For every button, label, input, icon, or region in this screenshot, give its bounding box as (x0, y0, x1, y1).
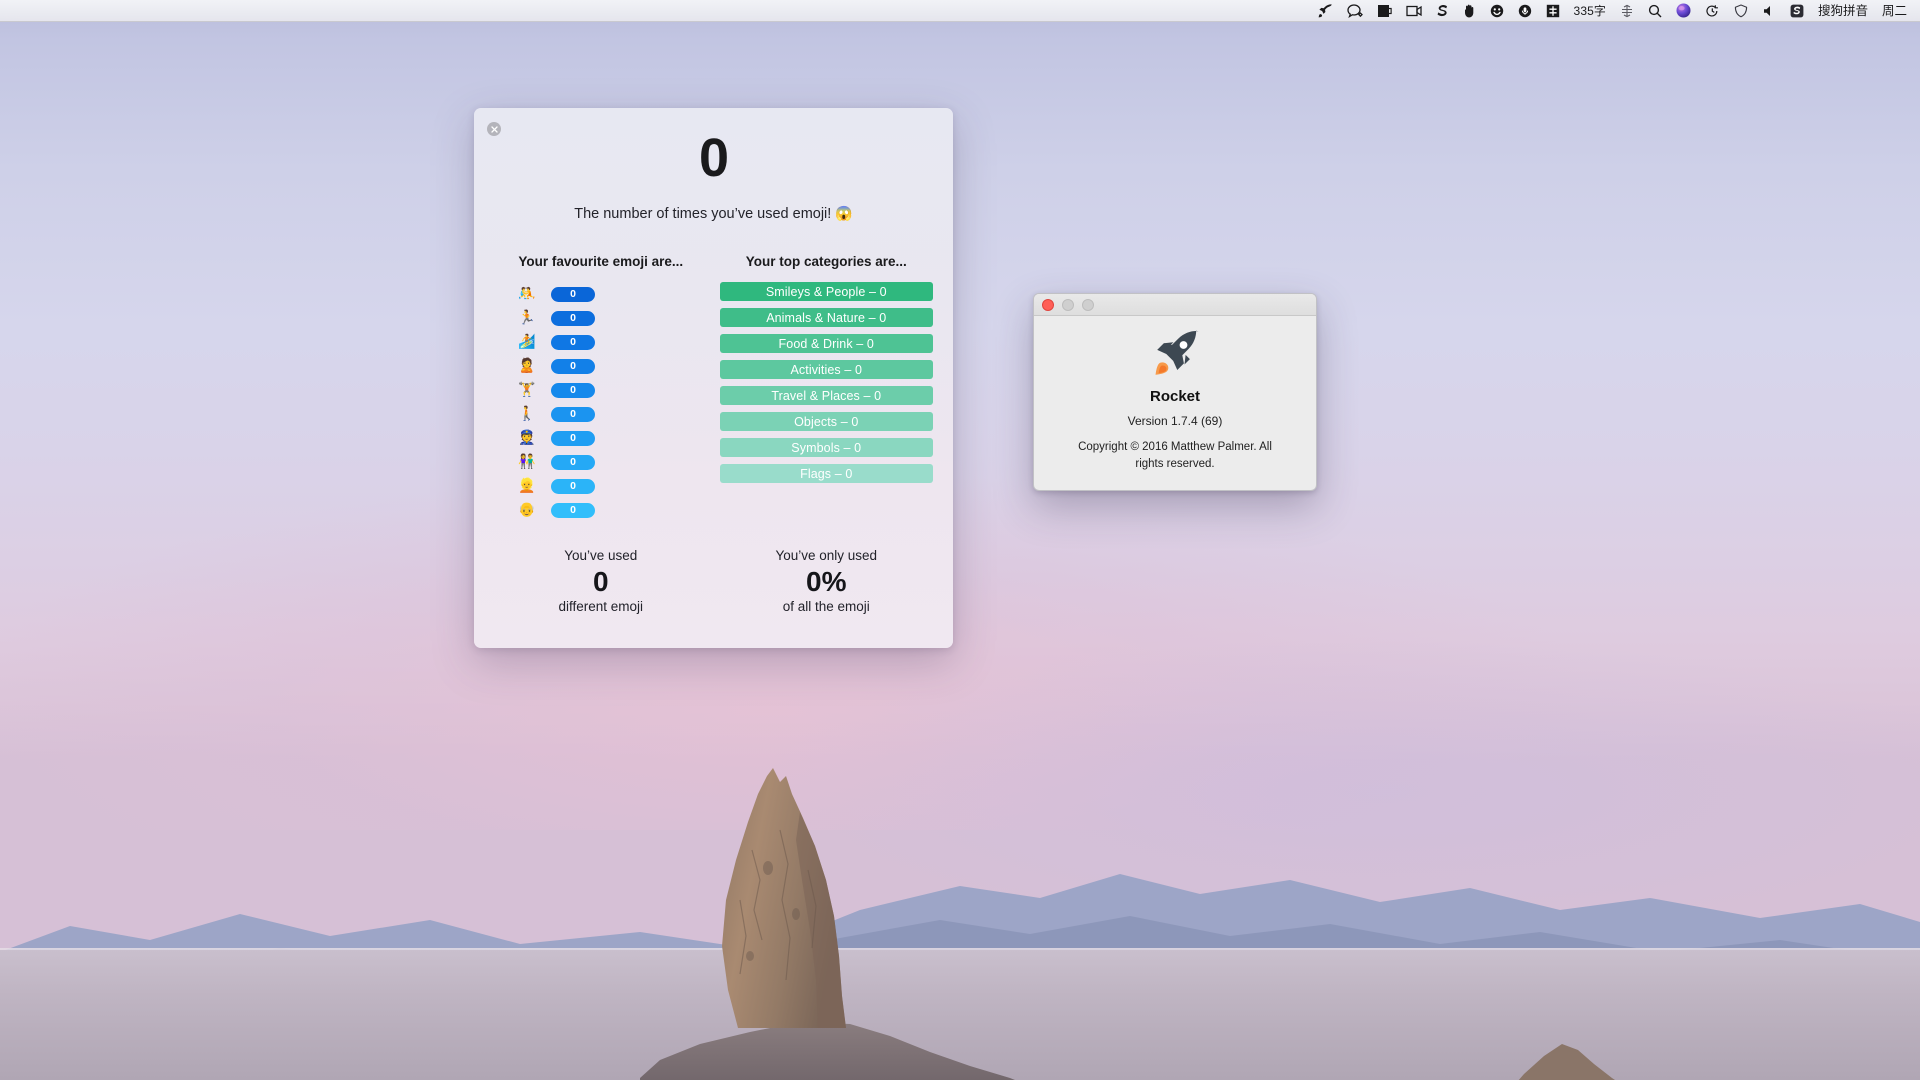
window-close-button[interactable] (1042, 298, 1054, 311)
note-icon[interactable] (1370, 0, 1399, 22)
wallpaper-secondary-rock (1510, 1030, 1630, 1080)
clock-day-label[interactable]: 周二 (1875, 0, 1914, 22)
favourite-emoji-count-pill: 0 (551, 286, 595, 302)
person-surfing-icon: 🏄 (518, 334, 536, 350)
app-name: Rocket (1149, 388, 1201, 405)
total-emoji-caption: The number of times you’ve used emoji! 😱 (474, 205, 953, 222)
total-emoji-count: 0 (698, 128, 729, 188)
favourite-emoji-count-pill: 0 (551, 454, 595, 470)
time-machine-icon[interactable] (1698, 0, 1727, 22)
app-copyright: Copyright © 2016 Matthew Palmer. All rig… (1078, 441, 1272, 471)
summary-stat: You’ve used 0 different emoji (488, 548, 714, 614)
favourite-emoji-row: 🙎 0 (517, 354, 714, 378)
person-blond-hair-icon: 👱 (518, 478, 536, 494)
summary-stat-value: 0 (592, 566, 609, 597)
shield-icon[interactable] (1727, 0, 1755, 22)
favourite-emoji-row: 🤼 0 (517, 282, 714, 306)
person-running-icon: 🏃 (518, 310, 536, 326)
person-walking-icon: 🚶 (518, 406, 536, 422)
favourite-emoji-pane: Your favourite emoji are... 🤼 0 🏃 0 🏄 0 🙎 0 🏋 0 🚶 0… (488, 254, 714, 522)
rocket-about-body: Rocket Version 1.7.4 (69) Copyright © 20… (1034, 316, 1316, 474)
favourite-emoji-row: 🏋 0 (517, 378, 714, 402)
bottom-stats: You’ve used 0 different emoji You’ve only u… (474, 548, 953, 614)
screaming-face-icon: 😱 (835, 205, 853, 221)
sogou-s-icon[interactable] (1429, 0, 1456, 22)
people-holding-hands-icon: 👫 (518, 454, 536, 470)
favourite-emoji-row: 🏄 0 (517, 330, 714, 354)
spotlight-icon[interactable] (1641, 0, 1669, 22)
top-categories-list: Smileys & People – 0 Animals & Nature – 0… (714, 282, 940, 483)
favourite-emoji-row: 👴 0 (517, 498, 714, 522)
app-version: Version 1.7.4 (69) (1127, 414, 1223, 428)
rocket-app-icon (1034, 330, 1316, 380)
category-bar: Symbols – 0 (719, 438, 933, 457)
wallpaper-pinnacle-rock (640, 760, 1060, 1080)
favourite-emoji-title: Your favourite emoji are... (518, 254, 684, 269)
top-categories-title: Your top categories are... (745, 254, 907, 269)
category-bar: Animals & Nature – 0 (719, 308, 933, 327)
close-button[interactable] (487, 122, 501, 136)
rocket-menu-icon[interactable] (1311, 0, 1340, 22)
favourite-emoji-count-pill: 0 (551, 334, 595, 350)
category-bar: Travel & Places – 0 (719, 386, 933, 405)
screen-record-icon[interactable] (1399, 0, 1429, 22)
category-bar: Objects – 0 (719, 412, 933, 431)
category-bar: Smileys & People – 0 (719, 282, 933, 301)
emoji-statistics-window: 0 The number of times you’ve used emoji!… (474, 108, 953, 648)
menu-bar: 335字 搜狗拼音 周二 (0, 0, 1920, 22)
rocket-about-window: Rocket Version 1.7.4 (69) Copyright © 20… (1033, 293, 1317, 491)
volume-icon[interactable] (1755, 0, 1783, 22)
people-wrestling-icon: 🤼 (518, 286, 536, 302)
summary-stat-label-top: You’ve used (564, 548, 638, 563)
window-zoom-button (1082, 298, 1094, 311)
chinese-input-icon[interactable] (1539, 0, 1567, 22)
microphone-icon[interactable] (1511, 0, 1539, 22)
summary-stat-label-top: You’ve only used (775, 548, 878, 563)
older-person-icon: 👴 (518, 502, 536, 518)
sogou-badge-icon[interactable] (1783, 0, 1811, 22)
category-bar: Flags – 0 (719, 464, 933, 483)
category-bar: Food & Drink – 0 (719, 334, 933, 353)
window-minimize-button (1062, 298, 1074, 311)
desktop: 335字 搜狗拼音 周二 0 The number of times you’v… (0, 0, 1920, 1080)
person-lifting-weights-icon: 🏋 (518, 382, 536, 398)
stats-panes: Your favourite emoji are... 🤼 0 🏃 0 🏄 0 🙎 0 🏋 0 🚶 0… (474, 254, 953, 522)
favourite-emoji-row: 👮 0 (517, 426, 714, 450)
hand-icon[interactable] (1456, 0, 1483, 22)
favourite-emoji-count-pill: 0 (551, 502, 595, 518)
summary-stat-label-bottom: of all the emoji (782, 599, 870, 615)
favourite-emoji-row: 🚶 0 (517, 402, 714, 426)
category-bar: Activities – 0 (719, 360, 933, 379)
favourite-emoji-row: 👫 0 (517, 450, 714, 474)
favourite-emoji-count-pill: 0 (551, 478, 595, 494)
top-categories-pane: Your top categories are... Smileys & Peo… (714, 254, 940, 522)
police-officer-icon: 👮 (518, 430, 536, 446)
rocket-titlebar[interactable] (1034, 294, 1316, 316)
input-word-count: 335字 (1573, 3, 1606, 18)
favourite-emoji-count-pill: 0 (551, 430, 595, 446)
favourite-emoji-count-pill: 0 (551, 310, 595, 326)
favourite-emoji-list: 🤼 0 🏃 0 🏄 0 🙎 0 🏋 0 🚶 0 👮 0 👫 0 👱 0 👴 0 (488, 282, 714, 522)
smiley-icon[interactable] (1483, 0, 1511, 22)
close-icon (490, 125, 498, 133)
summary-stat: You’ve only used 0% of all the emoji (714, 548, 940, 614)
person-pouting-icon: 🙎 (518, 358, 536, 374)
total-caption-text: The number of times you’ve used emoji! (574, 206, 832, 222)
favourite-emoji-row: 👱 0 (517, 474, 714, 498)
summary-stat-label-bottom: different emoji (558, 599, 644, 615)
favourite-emoji-count-pill: 0 (551, 406, 595, 422)
favourite-emoji-count-pill: 0 (551, 358, 595, 374)
input-switch-icon[interactable] (1613, 0, 1641, 22)
siri-icon[interactable] (1669, 0, 1698, 22)
summary-stat-value: 0% (806, 566, 847, 597)
speech-bubble-icon[interactable] (1340, 0, 1370, 22)
favourite-emoji-count-pill: 0 (551, 382, 595, 398)
favourite-emoji-row: 🏃 0 (517, 306, 714, 330)
input-method-label[interactable]: 搜狗拼音 (1811, 0, 1875, 22)
